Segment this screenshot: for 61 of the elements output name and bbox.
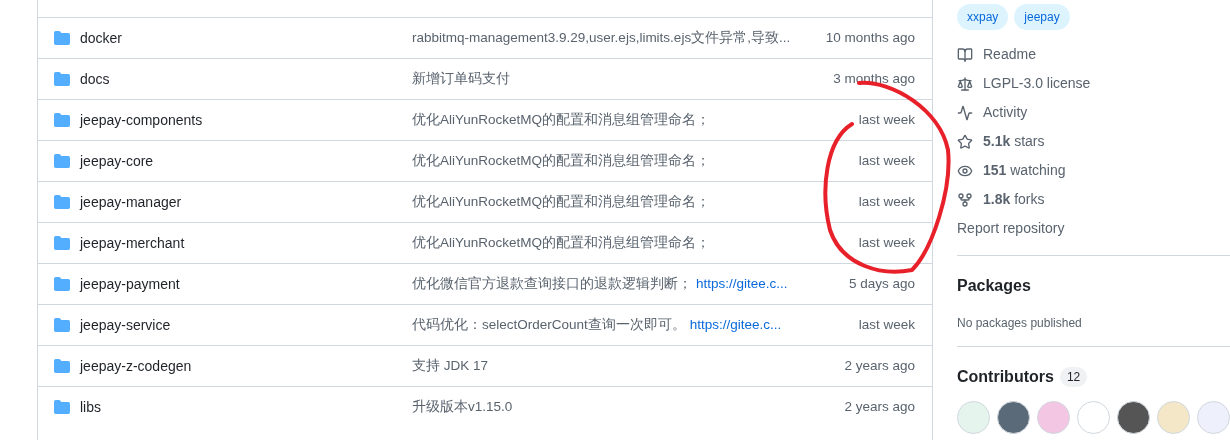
folder-name-link[interactable]: jeepay-payment — [80, 273, 180, 295]
stars-icon — [957, 133, 973, 150]
commit-link[interactable]: https://gitee.c... — [689, 314, 782, 336]
commit-date: 5 days ago — [848, 274, 916, 293]
folder-icon — [54, 71, 70, 87]
folder-name-link[interactable]: jeepay-z-codegen — [80, 355, 192, 377]
sidebar-link[interactable]: 151 watching — [957, 160, 1230, 181]
commit-message[interactable]: 新增订单码支付 — [412, 68, 510, 90]
folder-name-link[interactable]: libs — [80, 396, 101, 418]
commit-date: 2 years ago — [844, 356, 916, 375]
commit-date: last week — [858, 151, 916, 170]
folder-name-link[interactable]: jeepay-merchant — [80, 232, 185, 254]
folder-icon — [54, 153, 70, 169]
commit-date: last week — [858, 233, 916, 252]
activity-icon — [957, 104, 973, 121]
folder-icon — [54, 112, 70, 128]
sidebar-link[interactable]: Readme — [957, 44, 1230, 65]
commit-message[interactable]: 优化微信官方退款查询接口的退款逻辑判断； — [412, 273, 692, 295]
folder-name-link[interactable]: jeepay-components — [80, 109, 203, 131]
sidebar-link[interactable]: Activity — [957, 102, 1230, 123]
commit-date: last week — [858, 192, 916, 211]
folder-icon — [54, 194, 70, 210]
folder-icon — [54, 317, 70, 333]
license-icon — [957, 75, 973, 92]
forks-icon — [957, 191, 973, 208]
contributors-heading[interactable]: Contributors — [957, 365, 1054, 389]
folder-name-link[interactable]: jeepay-service — [80, 314, 171, 336]
packages-heading[interactable]: Packages — [957, 274, 1230, 298]
folder-icon — [54, 276, 70, 292]
folder-name-link[interactable]: docker — [80, 27, 123, 49]
sidebar-link[interactable]: 5.1k stars — [957, 131, 1230, 152]
report-link[interactable]: Report repository — [957, 218, 1230, 239]
commit-date: 10 months ago — [825, 28, 916, 47]
folder-name-link[interactable]: jeepay-core — [80, 150, 154, 172]
commit-date: 2 years ago — [844, 397, 916, 416]
folder-name-link[interactable]: docs — [80, 68, 110, 90]
topic-tag[interactable]: xxpay — [957, 4, 1009, 30]
contributor-avatar[interactable] — [997, 401, 1030, 434]
commit-message[interactable]: 优化AliYunRocketMQ的配置和消息组管理命名； — [412, 150, 711, 172]
commit-date: last week — [858, 315, 916, 334]
sidebar-link[interactable]: 1.8k forks — [957, 189, 1230, 210]
commit-message[interactable]: rabbitmq-management3.9.29,user.ejs,limits.ejs文件异常,导致... — [412, 27, 791, 49]
topic-tag[interactable]: jeepay — [1014, 4, 1070, 30]
contributor-avatar[interactable] — [1117, 401, 1150, 434]
readme-icon — [957, 46, 973, 63]
commit-date: last week — [858, 110, 916, 129]
commit-link[interactable]: https://gitee.c... — [696, 273, 788, 295]
commit-message[interactable]: 优化AliYunRocketMQ的配置和消息组管理命名； — [412, 232, 711, 254]
commit-message[interactable]: 升级版本v1.15.0 — [412, 396, 513, 418]
folder-name-link[interactable]: jeepay-manager — [80, 191, 182, 213]
commit-message[interactable]: 优化AliYunRocketMQ的配置和消息组管理命名； — [412, 191, 711, 213]
packages-empty-text: No packages published — [957, 315, 1083, 332]
folder-icon — [54, 358, 70, 374]
sidebar-link[interactable]: LGPL-3.0 license — [957, 73, 1230, 94]
commit-message[interactable]: 优化AliYunRocketMQ的配置和消息组管理命名； — [412, 109, 711, 131]
commit-message[interactable]: 支持 JDK 17 — [412, 355, 489, 377]
folder-icon — [54, 30, 70, 46]
folder-icon — [54, 399, 70, 415]
folder-icon — [54, 235, 70, 251]
count-badge: 12 — [1059, 367, 1088, 387]
commit-message[interactable]: 代码优化：selectOrderCount查询一次即可。 — [412, 314, 686, 336]
